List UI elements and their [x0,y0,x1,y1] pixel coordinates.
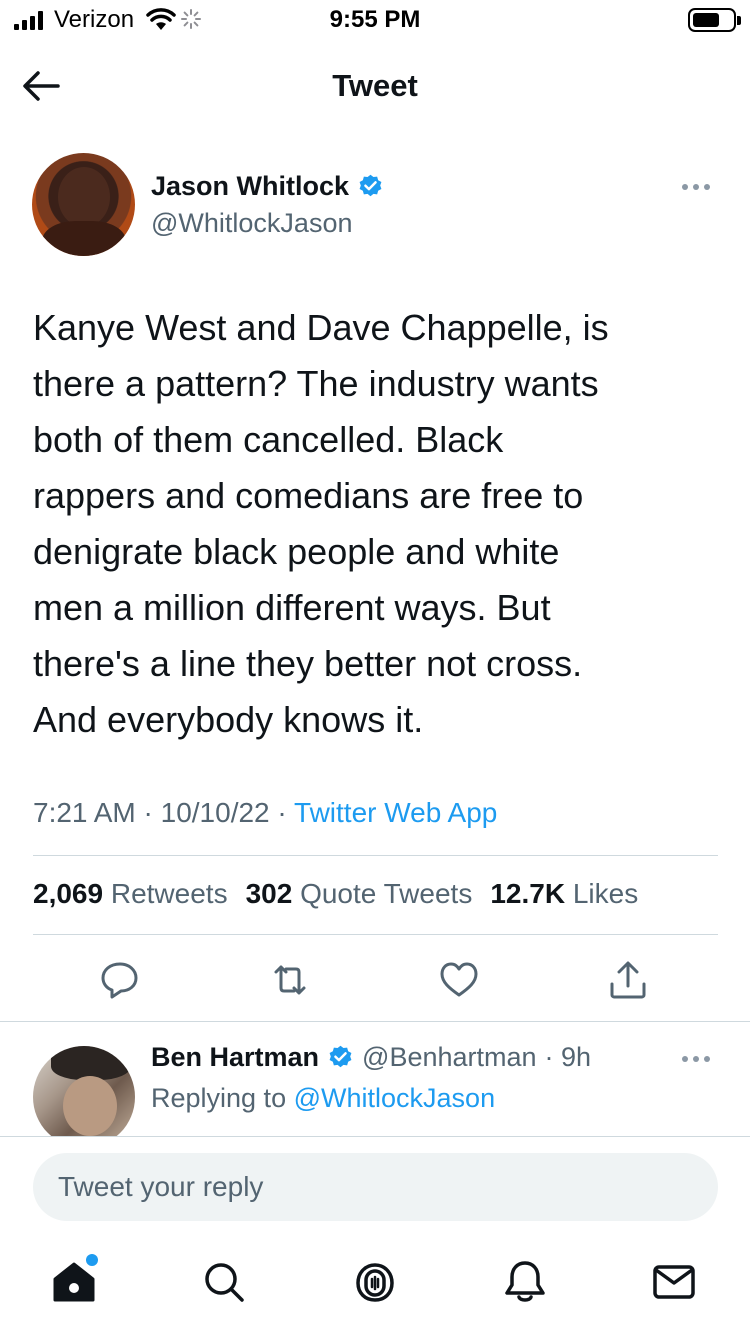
retweet-icon [274,965,306,995]
header: Tweet [0,50,750,120]
divider [0,1021,750,1022]
reply-time-ago: · 9h [544,1042,592,1072]
tab-messages[interactable] [646,1254,702,1310]
bottom-tab-bar [0,1234,750,1334]
tweet-meta: 7:21 AM · 10/10/22 · Twitter Web App [33,797,497,829]
share-icon [610,961,646,999]
meta-separator: · [277,797,287,828]
author-name-text: Jason Whitlock [151,171,350,201]
like-button[interactable] [437,958,481,1002]
reply-button[interactable] [98,958,142,1002]
tweet-date: 10/10/22 [160,797,270,828]
tab-notifications[interactable] [497,1254,553,1310]
search-icon [205,1263,244,1302]
retweets-count: 2,069 [33,878,104,909]
mail-icon [653,1265,695,1299]
reply-author[interactable]: Ben Hartman @Benhartman · 9h [151,1042,591,1073]
author-handle[interactable]: @WhitlockJason [151,208,352,239]
reply-input[interactable] [33,1153,718,1221]
status-time: 9:55 PM [329,6,421,33]
verified-badge-icon [329,1045,352,1068]
retweets-stat[interactable]: 2,069 Retweets [33,878,228,910]
reply-author-handle: @Benhartman [362,1042,537,1072]
reply-composer [0,1136,750,1234]
comment-icon [101,962,138,999]
likes-label: Likes [572,878,639,909]
more-options-button[interactable] [682,180,716,194]
retweets-label: Retweets [110,878,228,909]
quotes-label: Quote Tweets [300,878,473,909]
replying-to-link[interactable]: @WhitlockJason [294,1083,495,1113]
divider [33,855,718,856]
replying-to-label: Replying to [151,1083,287,1113]
replying-to: Replying to @WhitlockJason [151,1083,495,1114]
tweet-actions [0,950,750,1010]
quotes-count: 302 [245,878,293,909]
tab-spaces[interactable] [347,1254,403,1310]
tweet-text: Kanye West and Dave Chappelle, is there … [33,307,609,740]
author-avatar[interactable] [32,153,135,256]
tweet-time: 7:21 AM [33,797,136,828]
tweet-source-link[interactable]: Twitter Web App [294,797,497,828]
divider [33,934,718,935]
retweet-button[interactable] [268,958,312,1002]
engagement-stats: 2,069 Retweets 302 Quote Tweets 12.7K Li… [33,878,638,910]
tab-search[interactable] [196,1254,252,1310]
page-title: Tweet [332,68,418,103]
likes-stat[interactable]: 12.7K Likes [490,878,638,910]
quote-tweets-stat[interactable]: 302 Quote Tweets [246,878,473,910]
reply-author-avatar[interactable] [33,1046,135,1148]
share-button[interactable] [606,958,650,1002]
author-name[interactable]: Jason Whitlock [151,171,384,202]
bell-icon [505,1261,545,1302]
unread-indicator-dot [86,1254,98,1266]
reply-author-name: Ben Hartman [151,1042,320,1072]
reply-more-options-button[interactable] [682,1052,716,1066]
likes-count: 12.7K [490,878,566,909]
verified-badge-icon [359,174,382,197]
status-bar: Verizon 9:55 PM [0,0,750,40]
battery-icon [688,8,741,32]
heart-icon [440,962,478,997]
meta-separator: · [143,797,153,828]
spaces-microphone-icon [356,1263,394,1302]
